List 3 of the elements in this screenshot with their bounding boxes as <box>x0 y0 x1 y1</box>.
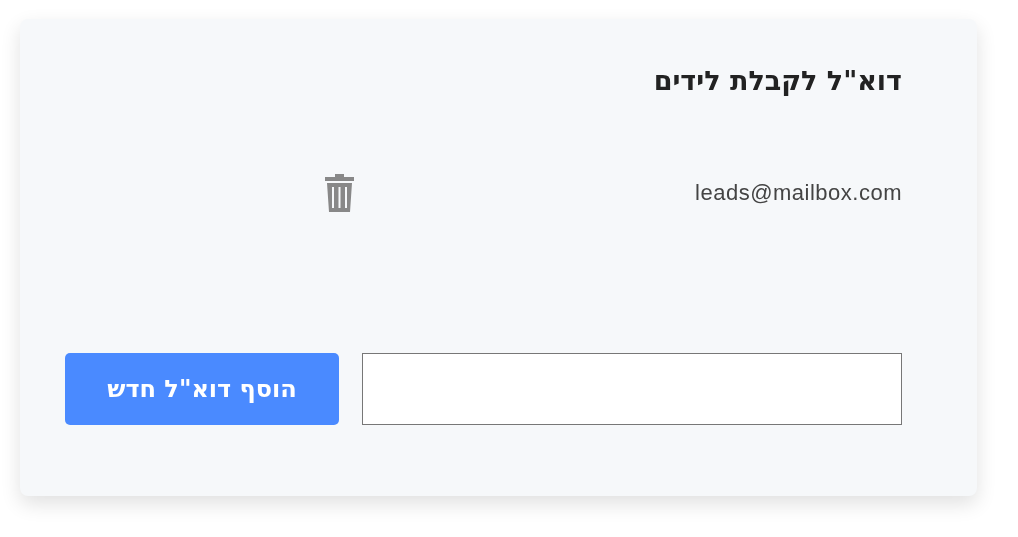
email-address: leads@mailbox.com <box>694 180 902 206</box>
card-title: דוא"ל לקבלת לידים <box>652 64 902 98</box>
add-email-button[interactable]: הוסף דוא"ל חדש <box>65 353 339 425</box>
